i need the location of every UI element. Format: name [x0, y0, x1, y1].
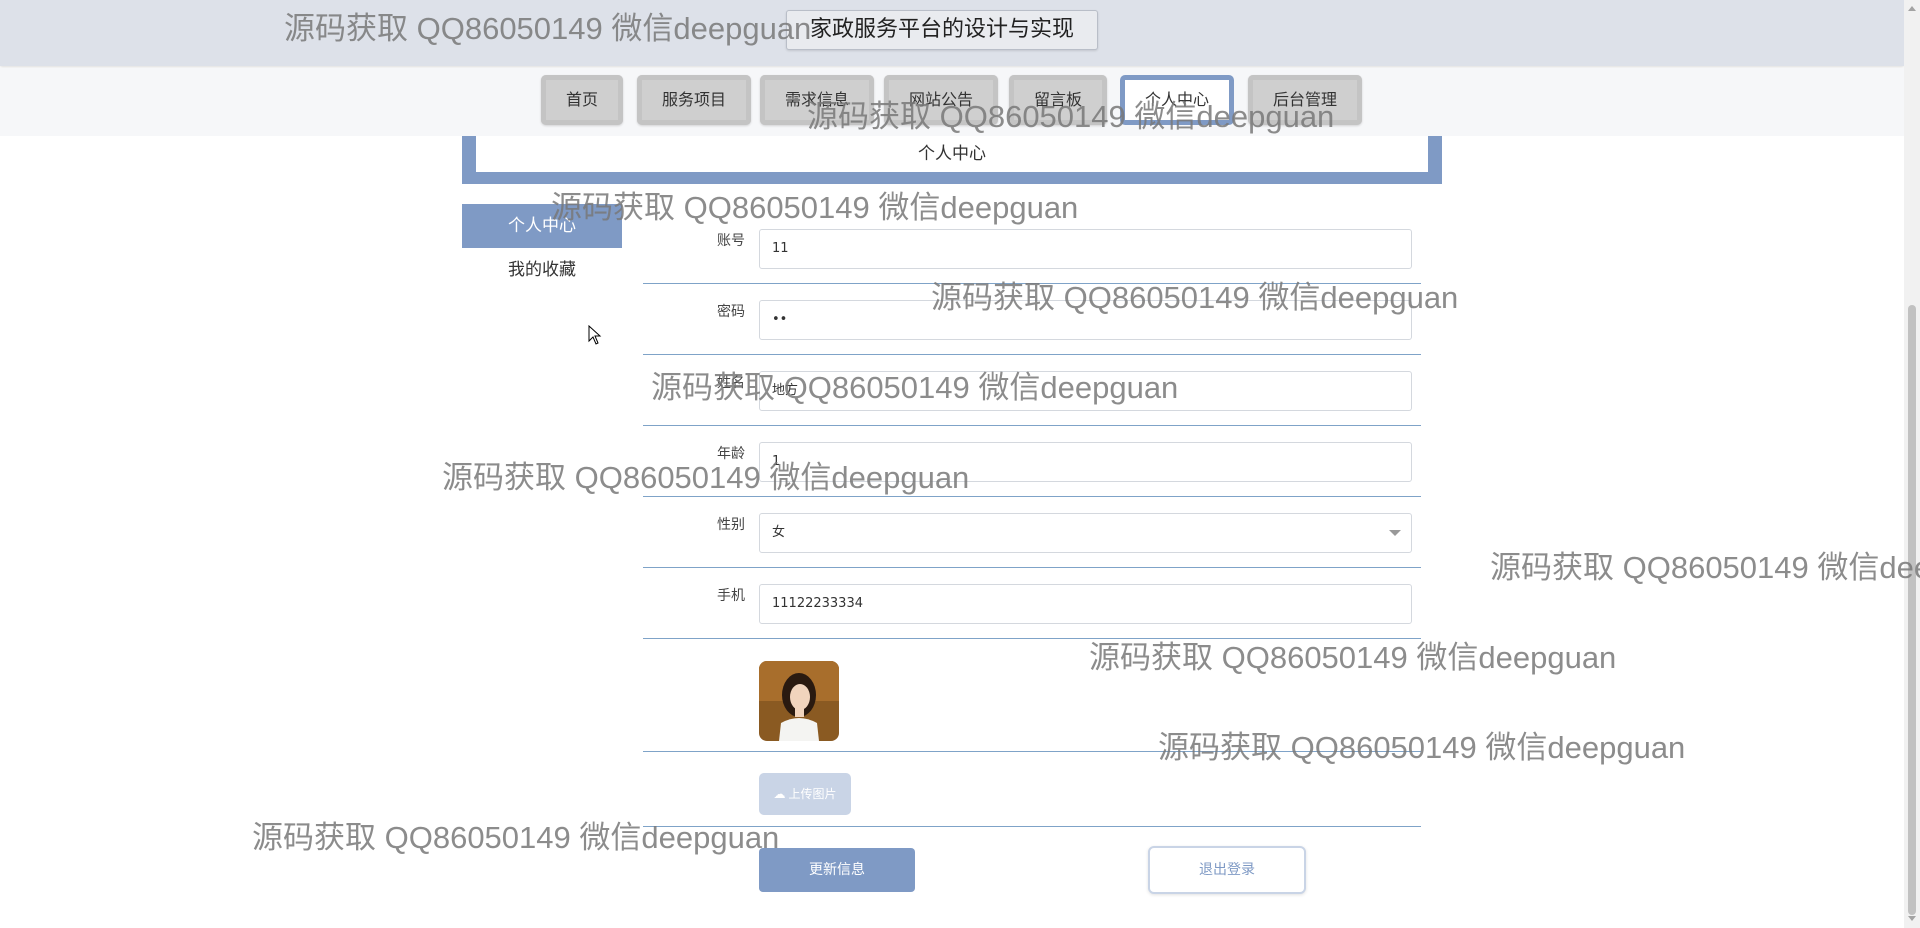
form-row-phone: 手机 11122233334 [643, 568, 1421, 639]
gender-select[interactable]: 女 [759, 513, 1412, 553]
avatar-image[interactable] [759, 661, 839, 741]
nav-announcements-label: 网站公告 [908, 90, 973, 109]
page-scrollbar[interactable] [1904, 0, 1920, 928]
password-field[interactable]: •• [759, 300, 1412, 340]
section-title: 个人中心 [476, 136, 1428, 172]
section-title-bar: 个人中心 [462, 136, 1442, 184]
nav-home-label: 首页 [565, 90, 598, 109]
age-field[interactable]: 1 [759, 442, 1412, 482]
nav-admin[interactable]: 后台管理 [1248, 75, 1362, 125]
name-label: 姓名 [717, 375, 745, 391]
password-label: 密码 [717, 304, 745, 320]
nav-home[interactable]: 首页 [541, 75, 623, 125]
nav-admin-label: 后台管理 [1272, 90, 1337, 109]
cloud-upload-icon: ☁ [773, 787, 786, 801]
upload-image-button[interactable]: ☁ 上传图片 [759, 773, 851, 815]
scrollbar-thumb[interactable] [1908, 305, 1916, 915]
name-field[interactable]: 地方 [759, 371, 1412, 411]
phone-label: 手机 [717, 588, 745, 604]
form-row-upload: ☁ 上传图片 [643, 753, 1421, 827]
nav-demands-label: 需求信息 [784, 90, 849, 109]
site-title: 家政服务平台的设计与实现 [786, 10, 1098, 50]
gender-label: 性别 [717, 517, 745, 533]
gender-select-value: 女 [772, 525, 786, 540]
update-info-button[interactable]: 更新信息 [759, 848, 915, 892]
nav-message-board-label: 留言板 [1033, 90, 1082, 109]
sidebar-item-favorites[interactable]: 我的收藏 [462, 248, 622, 292]
watermark: 源码获取 QQ86050149 微信deepguan [1490, 550, 1920, 585]
sidebar-item-personal-center[interactable]: 个人中心 [462, 204, 622, 248]
nav-personal-center-label: 个人中心 [1144, 90, 1209, 109]
form-row-age: 年龄 1 [643, 426, 1421, 497]
scroll-up-arrow-icon[interactable] [1908, 6, 1916, 11]
upload-image-label: 上传图片 [788, 787, 837, 801]
form-row-gender: 性别 女 [643, 497, 1421, 568]
age-label: 年龄 [717, 446, 745, 462]
phone-field[interactable]: 11122233334 [759, 584, 1412, 624]
nav-services[interactable]: 服务项目 [637, 75, 751, 125]
form-row-name: 姓名 地方 [643, 355, 1421, 426]
mouse-pointer-icon [588, 325, 602, 345]
logout-button[interactable]: 退出登录 [1148, 846, 1306, 894]
nav-services-label: 服务项目 [661, 90, 726, 109]
nav-personal-center[interactable]: 个人中心 [1120, 75, 1234, 125]
account-field[interactable]: 11 [759, 229, 1412, 269]
top-header: 家政服务平台的设计与实现 [0, 0, 1904, 66]
chevron-down-icon [1389, 530, 1401, 536]
main-nav: 首页 服务项目 需求信息 网站公告 留言板 个人中心 后台管理 [0, 68, 1904, 136]
form-row-avatar [643, 640, 1421, 752]
nav-announcements[interactable]: 网站公告 [884, 75, 998, 125]
nav-message-board[interactable]: 留言板 [1009, 75, 1107, 125]
nav-demands[interactable]: 需求信息 [760, 75, 874, 125]
form-row-password: 密码 •• [643, 284, 1421, 355]
avatar-photo [759, 661, 839, 741]
form-row-account: 账号 11 [643, 213, 1421, 284]
scroll-down-arrow-icon[interactable] [1908, 916, 1916, 921]
account-label: 账号 [717, 233, 745, 249]
